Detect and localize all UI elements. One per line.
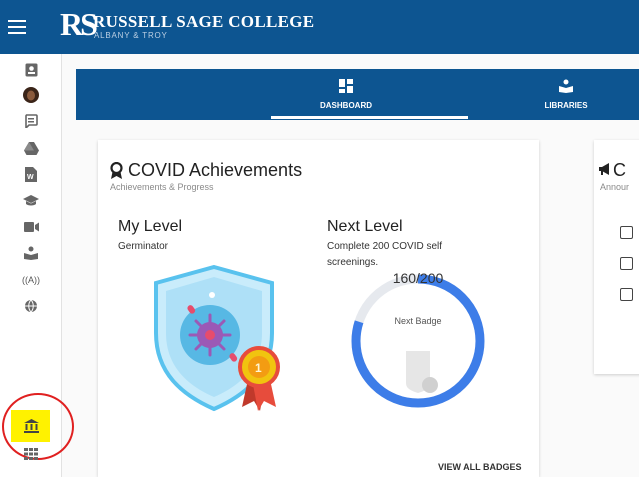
next-level-description: Complete 200 COVID self screenings.	[327, 241, 443, 268]
chat-icon[interactable]	[23, 113, 39, 129]
college-name: RUSSELL SAGE COLLEGE	[93, 12, 315, 31]
megaphone-icon	[599, 163, 609, 175]
covid-card-subtitle: Achievements & Progress	[110, 182, 214, 192]
google-drive-icon[interactable]	[23, 140, 39, 156]
avatar[interactable]	[23, 87, 39, 103]
id-card-icon[interactable]	[23, 62, 39, 78]
sidebar: W ((A)) »	[0, 54, 74, 477]
announcement-item-icon[interactable]	[620, 226, 633, 239]
announcement-item-icon[interactable]	[620, 288, 633, 301]
covid-card-title: COVID Achievements	[128, 160, 303, 180]
active-tab-indicator	[271, 116, 468, 119]
svg-text:1: 1	[255, 361, 262, 375]
tab-dashboard[interactable]: DASHBOARD	[311, 69, 381, 120]
view-all-badges-button[interactable]: VIEW ALL BADGES	[438, 462, 522, 472]
apps-grid-icon[interactable]	[23, 446, 39, 462]
word-document-icon[interactable]: W	[23, 166, 39, 182]
germinator-badge-image: 1	[154, 265, 280, 412]
globe-icon[interactable]	[23, 298, 39, 314]
my-level-heading: My Level	[118, 218, 183, 235]
covid-achievements-card: COVID Achievements Achievements & Progre…	[98, 140, 539, 477]
video-camera-icon[interactable]	[23, 219, 39, 235]
announcements-card: C Annour	[594, 140, 639, 374]
top-app-bar: RS RUSSELL SAGE COLLEGE ALBANY & TROY	[0, 0, 639, 54]
reading-person-icon[interactable]	[23, 245, 39, 261]
tab-libraries-label: LIBRARIES	[544, 101, 588, 110]
tab-libraries[interactable]: LIBRARIES	[531, 69, 601, 120]
college-campus: ALBANY & TROY	[94, 31, 168, 40]
progress-label: Next Badge	[394, 316, 442, 326]
award-ribbon-icon	[110, 162, 123, 179]
badge-progress-ring	[351, 274, 485, 408]
next-level-heading: Next Level	[327, 218, 403, 235]
svg-text:W: W	[27, 174, 34, 181]
library-reader-icon	[559, 79, 573, 93]
announcements-title: C	[613, 160, 626, 180]
wireless-access-icon[interactable]: ((A))	[22, 272, 40, 288]
tab-bar: DASHBOARD LIBRARIES	[76, 69, 639, 120]
announcements-subtitle: Annour	[600, 182, 630, 192]
dashboard-icon	[339, 79, 353, 93]
tab-dashboard-label: DASHBOARD	[320, 101, 372, 110]
graduation-cap-icon[interactable]	[23, 193, 39, 209]
hamburger-menu-icon[interactable]	[8, 20, 26, 34]
college-logo-mark: RS	[60, 6, 98, 42]
announcement-item-icon[interactable]	[620, 257, 633, 270]
progress-count: 160/200	[392, 270, 444, 286]
my-level-value: Germinator	[118, 241, 169, 252]
